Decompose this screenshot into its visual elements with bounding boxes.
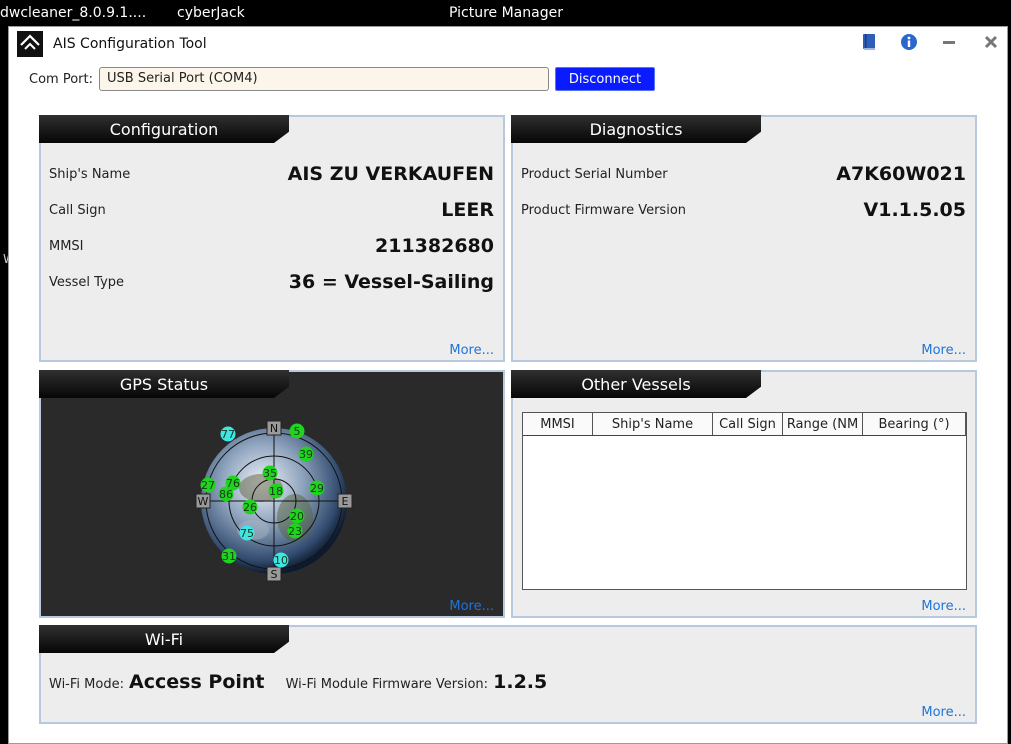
- wifi-more-link[interactable]: More...: [921, 705, 966, 720]
- wifi-mode-label: Wi-Fi Mode:: [49, 677, 124, 692]
- satellite-marker: 18: [268, 483, 284, 499]
- satellite-marker: 75: [239, 525, 255, 541]
- other-vessels-panel: Other Vessels MMSI Ship's Name Call Sign…: [511, 370, 977, 618]
- close-icon[interactable]: [980, 31, 1002, 53]
- satellite-id: 39: [299, 448, 313, 461]
- window-title: AIS Configuration Tool: [53, 36, 207, 52]
- satellite-id: 5: [294, 425, 301, 438]
- minimize-icon[interactable]: [938, 31, 960, 53]
- satellite-id: 86: [219, 488, 233, 501]
- satellite-marker: 26: [242, 499, 258, 515]
- compass-n-marker: N: [266, 420, 282, 436]
- satellite-id: 31: [222, 550, 236, 563]
- help-book-icon[interactable]: [858, 31, 880, 53]
- disconnect-button[interactable]: Disconnect: [555, 67, 655, 91]
- satellite-id: 26: [243, 501, 257, 514]
- svg-text:S: S: [271, 568, 278, 581]
- com-port-select[interactable]: USB Serial Port (COM4): [99, 67, 549, 91]
- satellite-marker: 29: [309, 480, 325, 496]
- taskbar-item-cyberjack[interactable]: cyberJack: [177, 5, 245, 21]
- svg-text:N: N: [270, 422, 278, 435]
- wifi-firmware-value: 1.2.5: [493, 671, 548, 693]
- satellite-id: 75: [240, 527, 254, 540]
- satellite-id: 20: [290, 510, 304, 523]
- config-value: LEER: [441, 199, 494, 221]
- desktop-taskbar: dwcleaner_8.0.9.1.... cyberJack Picture …: [0, 0, 1011, 26]
- diag-label: Product Firmware Version: [521, 203, 687, 218]
- gps-status-panel: GPS Status N S W E 77 5 39 76 35 27 86 1…: [39, 370, 505, 618]
- column-header-bearing[interactable]: Bearing (°): [863, 413, 966, 435]
- other-vessels-panel-title: Other Vessels: [511, 370, 761, 398]
- other-vessels-more-link[interactable]: More...: [921, 599, 966, 614]
- config-label: Call Sign: [49, 203, 106, 218]
- column-header-ships-name[interactable]: Ship's Name: [593, 413, 713, 435]
- wifi-panel: Wi-Fi Wi-Fi Mode: Access Point Wi-Fi Mod…: [39, 625, 977, 724]
- info-icon[interactable]: [898, 31, 920, 53]
- svg-text:E: E: [342, 495, 349, 508]
- satellite-id: 27: [201, 479, 215, 492]
- compass-w-marker: W: [195, 493, 211, 509]
- satellite-marker: 27: [200, 477, 216, 493]
- diag-value: A7K60W021: [836, 163, 966, 185]
- satellite-id: 77: [221, 428, 235, 441]
- diagnostics-more-link[interactable]: More...: [921, 343, 966, 358]
- diag-row-firmware: Product Firmware Version V1.1.5.05: [521, 199, 966, 223]
- compass-s-marker: S: [266, 566, 282, 582]
- satellite-id: 35: [263, 467, 277, 480]
- diag-label: Product Serial Number: [521, 167, 668, 182]
- vessels-table-header: MMSI Ship's Name Call Sign Range (NM Bea…: [523, 413, 966, 436]
- gps-sky-plot: N S W E 77 53976352786 18 29262075 2331 10: [195, 420, 353, 582]
- column-header-range[interactable]: Range (NM: [783, 413, 863, 435]
- vessels-table[interactable]: MMSI Ship's Name Call Sign Range (NM Bea…: [522, 412, 967, 590]
- satellite-marker: 39: [298, 446, 314, 462]
- svg-text:W: W: [198, 495, 209, 508]
- app-logo-icon: [17, 31, 43, 57]
- satellite-marker: 31: [221, 548, 237, 564]
- column-header-call-sign[interactable]: Call Sign: [713, 413, 783, 435]
- satellite-marker: 5: [289, 423, 305, 439]
- config-label: Ship's Name: [49, 167, 131, 182]
- config-label: MMSI: [49, 239, 84, 254]
- configuration-panel: Configuration Ship's Name AIS ZU VERKAUF…: [39, 115, 505, 362]
- diag-value: V1.1.5.05: [863, 199, 966, 221]
- compass-e-marker: E: [337, 493, 353, 509]
- satellite-marker: 10: [273, 552, 289, 568]
- satellite-id: 18: [269, 485, 283, 498]
- satellite-marker: 77: [220, 426, 236, 442]
- satellite-id: 10: [274, 554, 288, 567]
- satellite-id: 29: [310, 482, 324, 495]
- satellite-marker: 20: [289, 508, 305, 524]
- config-value: 36 = Vessel-Sailing: [288, 271, 494, 293]
- config-row-call-sign: Call Sign LEER: [49, 199, 494, 223]
- ais-config-window: AIS Configuration Tool Com Port: USB Ser…: [8, 26, 1008, 744]
- satellite-marker: 23: [287, 523, 303, 539]
- configuration-panel-title: Configuration: [39, 115, 289, 143]
- configuration-more-link[interactable]: More...: [449, 343, 494, 358]
- config-value: AIS ZU VERKAUFEN: [287, 163, 494, 185]
- gps-panel-title: GPS Status: [39, 370, 289, 398]
- gps-more-link[interactable]: More...: [449, 599, 494, 614]
- column-header-mmsi[interactable]: MMSI: [523, 413, 593, 435]
- satellite-marker: 35: [262, 465, 278, 481]
- config-row-ships-name: Ship's Name AIS ZU VERKAUFEN: [49, 163, 494, 187]
- diagnostics-panel: Diagnostics Product Serial Number A7K60W…: [511, 115, 977, 362]
- taskbar-item-adwcleaner[interactable]: dwcleaner_8.0.9.1....: [0, 5, 146, 21]
- wifi-mode-value: Access Point: [129, 671, 265, 693]
- config-value: 211382680: [375, 235, 494, 257]
- wifi-panel-title: Wi-Fi: [39, 625, 289, 653]
- taskbar-item-picture-manager[interactable]: Picture Manager: [449, 5, 563, 21]
- config-label: Vessel Type: [49, 275, 125, 290]
- com-port-label: Com Port:: [29, 72, 93, 87]
- satellite-marker: 86: [218, 486, 234, 502]
- config-row-vessel-type: Vessel Type 36 = Vessel-Sailing: [49, 271, 494, 295]
- config-row-mmsi: MMSI 211382680: [49, 235, 494, 259]
- wifi-info-row: Wi-Fi Mode: Access Point Wi-Fi Module Fi…: [49, 671, 547, 693]
- diag-row-serial: Product Serial Number A7K60W021: [521, 163, 966, 187]
- wifi-firmware-label: Wi-Fi Module Firmware Version:: [285, 677, 489, 692]
- diagnostics-panel-title: Diagnostics: [511, 115, 761, 143]
- satellite-id: 23: [288, 525, 302, 538]
- title-bar: AIS Configuration Tool: [9, 27, 1007, 61]
